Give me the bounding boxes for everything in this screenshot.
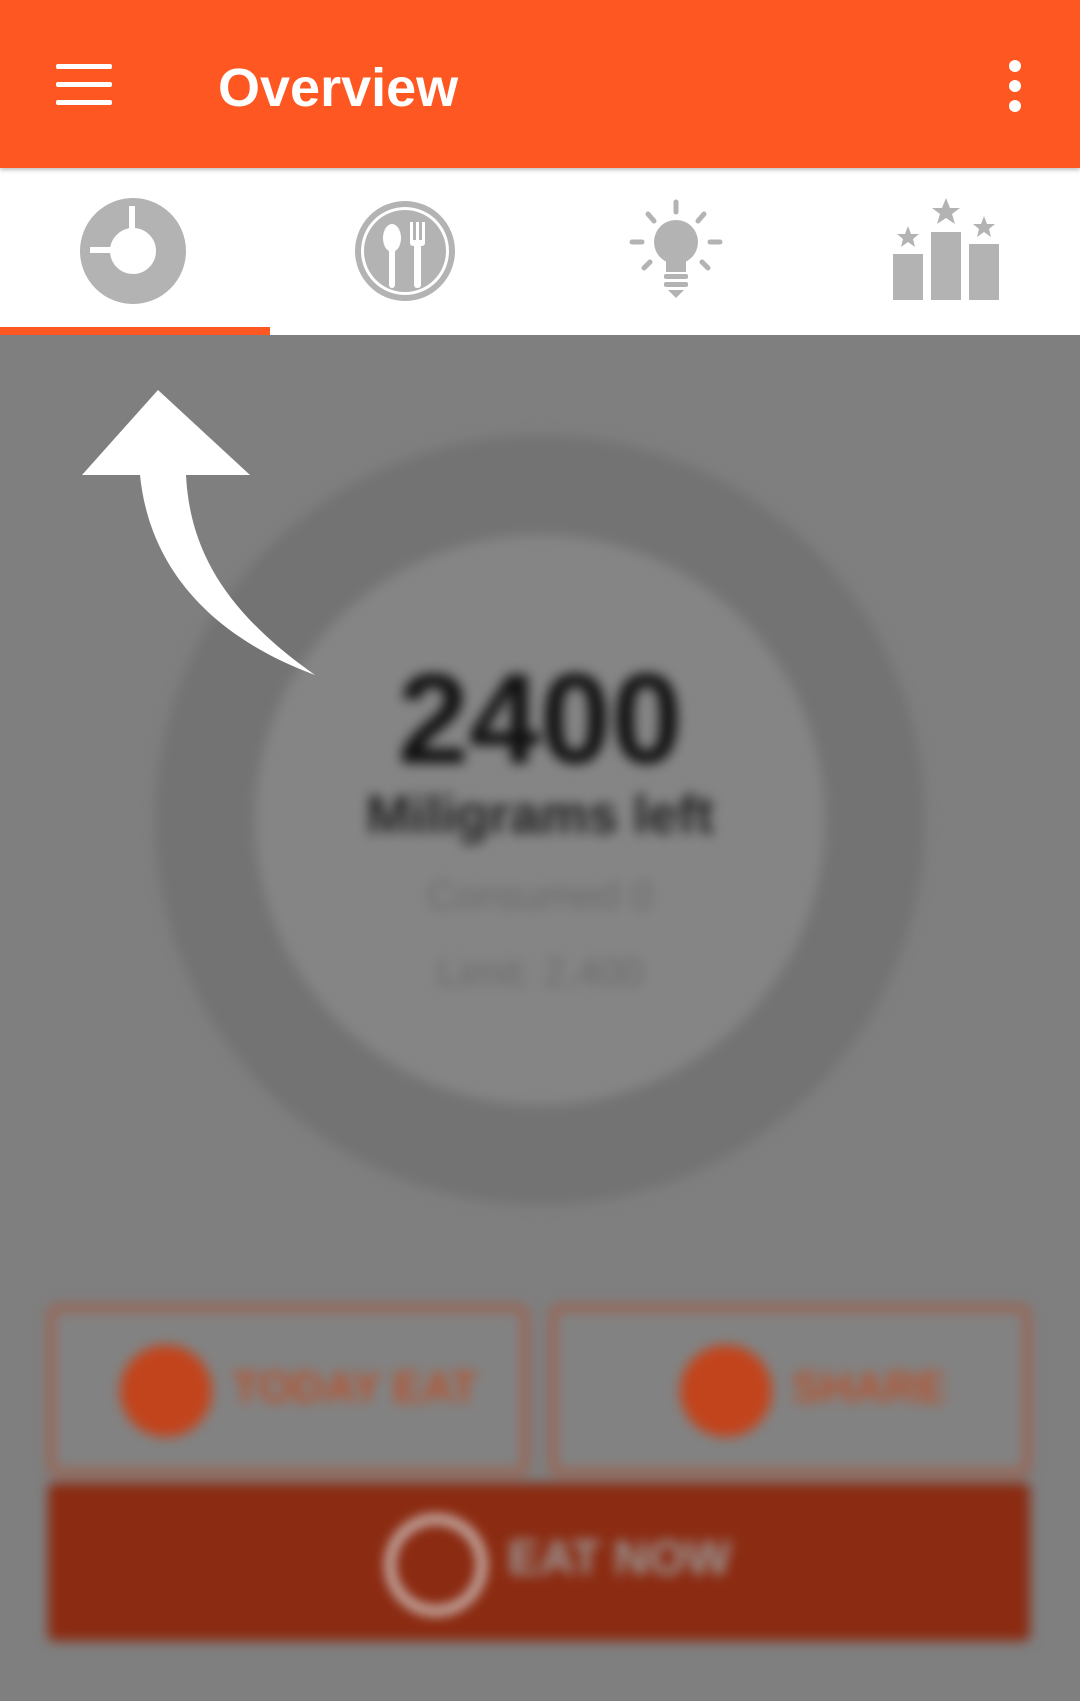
today-eat-button[interactable]: TODAY EAT bbox=[48, 1305, 528, 1475]
tab-tips[interactable] bbox=[540, 168, 810, 335]
consumed-text: Consumed 0 bbox=[426, 874, 654, 918]
eat-now-label: EAT NOW bbox=[508, 1532, 732, 1585]
tab-bar bbox=[0, 168, 1080, 335]
spoon-fork-plate-icon bbox=[355, 201, 455, 301]
hamburger-menu-icon[interactable] bbox=[56, 64, 112, 106]
share-button[interactable]: SHARE bbox=[550, 1305, 1030, 1475]
donut-chart-icon bbox=[80, 198, 186, 304]
amount-left-label: Miligrams left bbox=[365, 785, 715, 845]
tab-leaderboard[interactable] bbox=[810, 168, 1080, 335]
plate-icon bbox=[386, 1515, 486, 1615]
curved-arrow-up-icon bbox=[82, 390, 315, 675]
tab-indicator bbox=[0, 327, 270, 335]
tab-food[interactable] bbox=[270, 168, 540, 335]
more-vert-icon[interactable] bbox=[1000, 58, 1030, 114]
overview-content: 2400 Miligrams left Consumed 0 Limit: 2,… bbox=[0, 335, 1080, 1701]
eat-now-button[interactable]: EAT NOW bbox=[48, 1483, 1030, 1641]
today-eat-label: TODAY EAT bbox=[232, 1363, 478, 1412]
share-icon bbox=[680, 1345, 772, 1437]
share-label: SHARE bbox=[792, 1363, 947, 1412]
page-title: Overview bbox=[218, 58, 459, 118]
app-bar: Overview bbox=[0, 0, 1080, 168]
lightbulb-icon bbox=[629, 199, 723, 298]
podium-stars-icon bbox=[893, 198, 999, 300]
tab-overview[interactable] bbox=[0, 168, 270, 335]
limit-text: Limit: 2,400 bbox=[436, 951, 644, 995]
today-eat-icon bbox=[120, 1345, 212, 1437]
